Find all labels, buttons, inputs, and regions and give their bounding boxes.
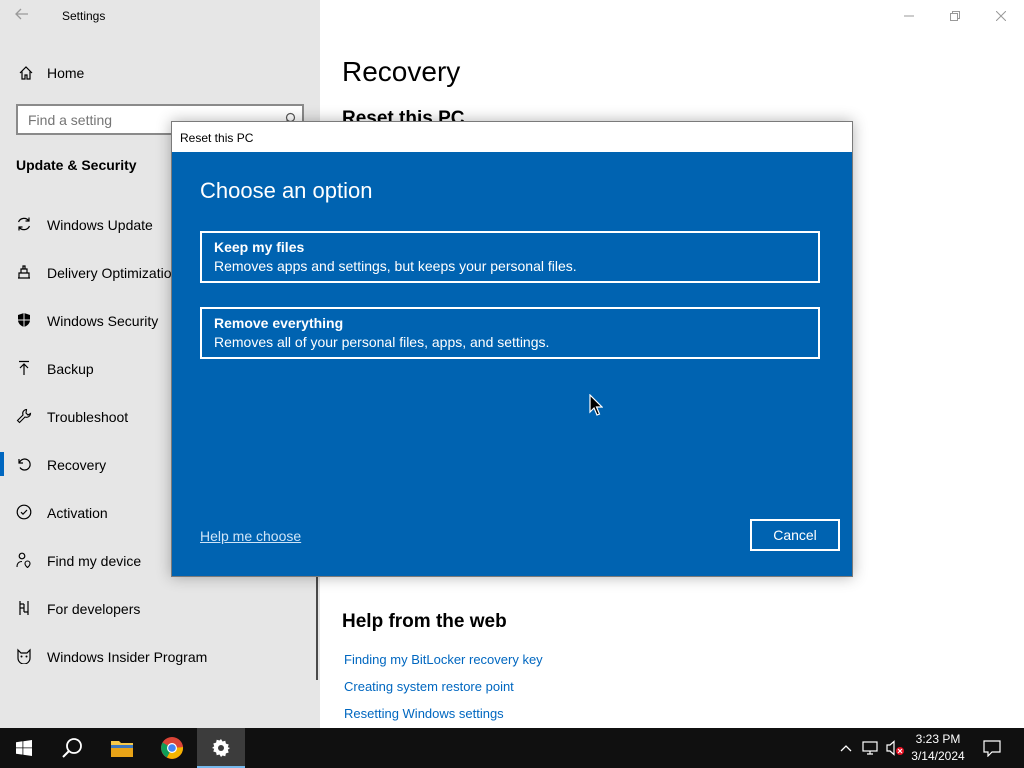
volume-muted-icon <box>886 740 904 756</box>
restore-button[interactable] <box>932 0 978 32</box>
sidebar-item-label: Find my device <box>47 553 142 569</box>
minimize-button[interactable] <box>886 0 932 32</box>
page-title: Recovery <box>342 56 461 87</box>
action-center-button[interactable] <box>978 728 1006 768</box>
folder-icon <box>111 741 133 757</box>
keep-my-files-option[interactable]: Keep my files Removes apps and settings,… <box>200 231 820 283</box>
back-arrow-icon[interactable] <box>14 6 34 26</box>
remove-everything-option[interactable]: Remove everything Removes all of your pe… <box>200 307 820 359</box>
option-description: Removes apps and settings, but keeps you… <box>214 258 577 274</box>
notification-icon <box>983 740 1001 757</box>
app-title: Settings <box>62 9 106 23</box>
sidebar-item-label: Activation <box>47 505 108 521</box>
option-title: Remove everything <box>214 315 344 331</box>
chevron-up-icon <box>840 745 852 752</box>
sidebar-item-label: Home <box>47 65 85 81</box>
wrench-icon <box>16 408 32 424</box>
refresh-icon <box>17 217 31 231</box>
cancel-button[interactable]: Cancel <box>750 519 840 551</box>
dialog-title: Reset this PC <box>180 131 254 145</box>
insider-cat-icon <box>17 648 31 664</box>
person-location-icon <box>16 552 31 568</box>
sidebar-item-for-developers[interactable]: For developers <box>0 584 320 632</box>
shield-icon <box>18 313 30 327</box>
clock-time: 3:23 PM <box>915 732 961 746</box>
sidebar-item-label: Recovery <box>47 457 107 473</box>
close-button[interactable] <box>978 0 1024 32</box>
recovery-icon <box>18 458 31 471</box>
sidebar-item-label: Troubleshoot <box>47 409 129 425</box>
chrome-icon <box>161 737 184 759</box>
home-icon <box>19 66 33 80</box>
option-description: Removes all of your personal files, apps… <box>214 334 550 350</box>
file-explorer-button[interactable] <box>98 728 146 768</box>
developer-icon <box>19 601 29 615</box>
network-icon <box>862 741 878 755</box>
network-button[interactable] <box>860 728 882 768</box>
backup-arrow-icon <box>19 360 29 375</box>
help-me-choose-link[interactable]: Help me choose <box>200 528 301 544</box>
checkmark-circle-icon <box>16 504 32 520</box>
start-button[interactable] <box>0 728 48 768</box>
help-link-resetting-windows[interactable]: Resetting Windows settings <box>344 706 504 721</box>
dialog-title-bar: Reset this PC <box>172 122 852 152</box>
sidebar-item-label: Delivery Optimization <box>47 265 180 281</box>
help-link-restore-point[interactable]: Creating system restore point <box>344 679 514 694</box>
sidebar-item-label: Windows Insider Program <box>47 649 208 665</box>
sidebar-item-label: Windows Security <box>47 313 159 329</box>
taskbar-clock[interactable]: 3:23 PM 3/14/2024 <box>908 731 968 765</box>
volume-button[interactable] <box>884 728 906 768</box>
sidebar-item-label: Backup <box>47 361 94 377</box>
restore-icon <box>950 11 960 21</box>
help-link-bitlocker[interactable]: Finding my BitLocker recovery key <box>344 652 543 667</box>
close-icon <box>996 11 1006 21</box>
scrollbar[interactable] <box>316 576 318 680</box>
chrome-button[interactable] <box>148 728 196 768</box>
sidebar-item-label: Windows Update <box>47 217 153 233</box>
mouse-cursor-icon <box>589 394 603 416</box>
sidebar-item-windows-insider-program[interactable]: Windows Insider Program <box>0 632 320 680</box>
gear-icon <box>212 739 230 757</box>
search-icon <box>62 738 82 758</box>
section-heading: Update & Security <box>16 157 137 173</box>
show-hidden-icons-button[interactable] <box>836 728 856 768</box>
sidebar-item-label: For developers <box>47 601 141 617</box>
reset-dialog: Reset this PC Choose an option Keep my f… <box>171 121 853 577</box>
windows-logo-icon <box>16 740 32 756</box>
help-heading: Help from the web <box>342 611 507 632</box>
window-controls <box>886 0 1024 32</box>
settings-taskbar-button[interactable] <box>197 728 245 768</box>
option-title: Keep my files <box>214 239 305 255</box>
clock-date: 3/14/2024 <box>911 749 965 763</box>
minimize-icon <box>904 15 914 17</box>
dialog-heading: Choose an option <box>200 178 373 203</box>
search-button[interactable] <box>48 728 96 768</box>
sidebar-item-home[interactable]: Home <box>16 62 296 84</box>
taskbar: 3:23 PM 3/14/2024 <box>0 728 1024 768</box>
title-bar: Settings <box>0 0 320 32</box>
delivery-optimization-icon <box>18 265 30 279</box>
